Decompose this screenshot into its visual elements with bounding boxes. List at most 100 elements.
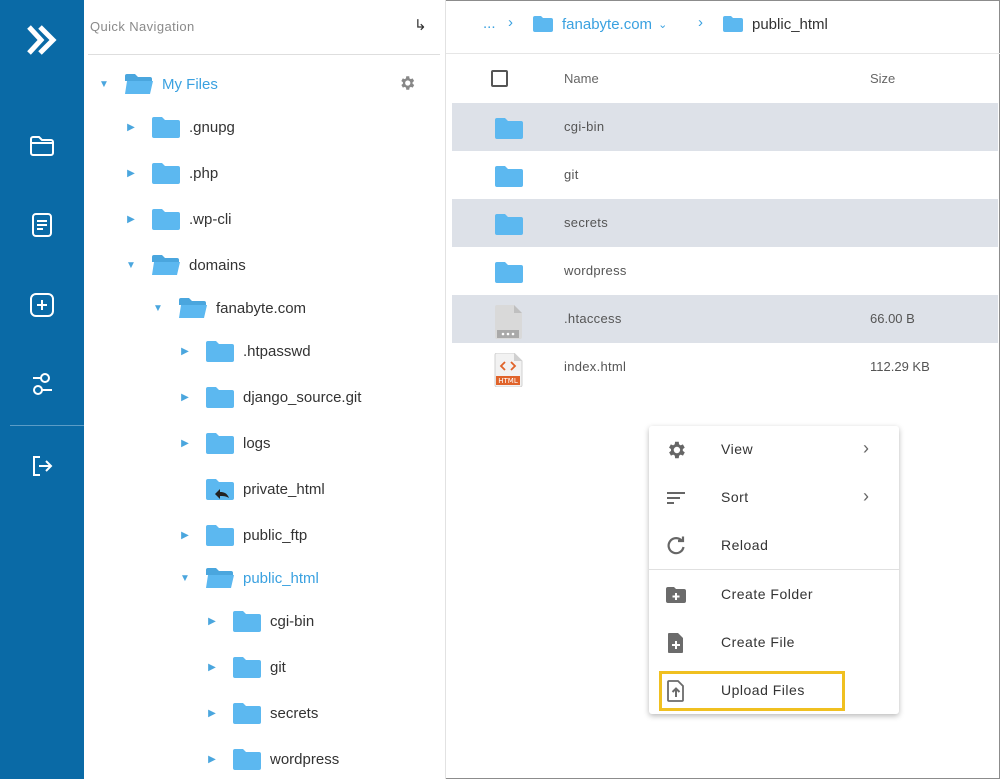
tree-node[interactable]: ▼ public_html	[177, 563, 319, 593]
caret-right-icon[interactable]: ▶	[204, 708, 220, 719]
caret-right-icon[interactable]: ▶	[123, 214, 139, 225]
menu-item-sort[interactable]: Sort ›	[649, 474, 899, 522]
tree-node[interactable]: ▶ .php	[123, 158, 218, 188]
caret-down-icon[interactable]: ▼	[123, 260, 139, 271]
folder-icon	[205, 523, 235, 547]
menu-item-create-file[interactable]: Create File	[649, 619, 899, 667]
caret-right-icon[interactable]: ▶	[177, 530, 193, 541]
tree-node[interactable]: ▼ fanabyte.com	[150, 293, 306, 323]
tree-node[interactable]: ▶ cgi-bin	[204, 606, 314, 636]
file-name: wordpress	[564, 263, 627, 278]
tree-node[interactable]: ▶ .wp-cli	[123, 204, 232, 234]
tree-node-label: .gnupg	[189, 118, 235, 136]
chevron-right-icon: ›	[863, 438, 869, 458]
tree-node[interactable]: ▶ wordpress	[204, 744, 339, 774]
caret-right-icon[interactable]: ▶	[177, 392, 193, 403]
tree-node-label: private_html	[243, 480, 325, 498]
folder-icon	[232, 747, 262, 771]
table-row[interactable]: secrets	[452, 199, 998, 247]
menu-item-label: Create File	[721, 634, 795, 650]
table-row[interactable]: cgi-bin	[452, 103, 998, 151]
tree-root-my-files[interactable]: ▼ My Files	[96, 69, 218, 99]
table-row[interactable]: wordpress	[452, 247, 998, 295]
folder-icon	[494, 113, 524, 143]
folder-icon	[494, 257, 524, 287]
gear-icon[interactable]	[398, 74, 416, 97]
menu-item-label: Reload	[721, 537, 769, 553]
logo-icon[interactable]	[22, 20, 62, 60]
tree-node[interactable]: ▶ django_source.git	[177, 382, 361, 412]
caret-down-icon[interactable]: ▼	[150, 303, 166, 314]
sort-icon	[665, 487, 687, 509]
caret-right-icon[interactable]: ▶	[177, 438, 193, 449]
tree-node-label: wordpress	[270, 750, 340, 768]
folder-icon	[232, 701, 262, 725]
file-name: cgi-bin	[564, 119, 605, 134]
menu-item-label: Create Folder	[721, 586, 814, 602]
file-icon	[494, 305, 524, 339]
caret-down-icon[interactable]: ▼	[96, 79, 112, 90]
menu-item-view[interactable]: View ›	[649, 426, 899, 474]
document-icon[interactable]	[22, 205, 62, 245]
folder-icon	[151, 253, 181, 277]
folder-icon	[178, 296, 208, 320]
select-all-checkbox[interactable]	[491, 70, 508, 87]
caret-right-icon[interactable]: ▶	[123, 122, 139, 133]
folder-icon[interactable]	[22, 126, 62, 166]
collapse-panel-icon[interactable]: ↳	[414, 16, 427, 34]
caret-down-icon[interactable]: ▼	[177, 573, 193, 584]
table-row[interactable]: HTML index.html 112.29 KB	[452, 343, 998, 391]
column-header-size[interactable]: Size	[870, 71, 895, 86]
file-name: git	[564, 167, 579, 182]
table-row[interactable]: git	[452, 151, 998, 199]
plus-square-icon[interactable]	[22, 285, 62, 325]
folder-icon	[723, 16, 743, 32]
tree-node[interactable]: ▶ secrets	[204, 698, 318, 728]
menu-item-reload[interactable]: Reload	[649, 522, 899, 570]
file-size: 112.29 KB	[870, 359, 930, 374]
caret-right-icon[interactable]: ▶	[204, 754, 220, 765]
tree-node[interactable]: ▶ .gnupg	[123, 112, 235, 142]
folder-icon	[533, 16, 553, 32]
icon-rail	[0, 0, 84, 779]
folder-plus-icon	[665, 584, 687, 606]
tree-node-label: cgi-bin	[270, 612, 315, 630]
tree-node[interactable]: ▶ public_ftp	[177, 520, 307, 550]
tree-node-label: public_html	[243, 569, 319, 587]
tree-node[interactable]: ▼ domains	[123, 250, 246, 280]
folder-icon	[232, 609, 262, 633]
caret-right-icon[interactable]: ▶	[204, 662, 220, 673]
tree-node-label: public_ftp	[243, 526, 308, 544]
folder-icon	[232, 655, 262, 679]
tree-node-label: .php	[189, 164, 219, 182]
html-file-icon: HTML	[494, 352, 524, 388]
logout-icon[interactable]	[22, 446, 62, 486]
folder-icon	[205, 339, 235, 363]
menu-divider	[649, 569, 899, 570]
folder-icon	[494, 209, 524, 239]
settings-sliders-icon[interactable]	[22, 364, 62, 404]
tree-node[interactable]: ▶ git	[204, 652, 286, 682]
table-row[interactable]: .htaccess 66.00 B	[452, 295, 998, 343]
tree-node[interactable]: ▶ .htpasswd	[177, 336, 311, 366]
folder-icon	[494, 161, 524, 191]
file-name: .htaccess	[564, 311, 622, 326]
menu-item-create-folder[interactable]: Create Folder	[649, 571, 899, 619]
caret-right-icon[interactable]: ▶	[177, 346, 193, 357]
tree-node[interactable]: ▶ logs	[177, 428, 271, 458]
tree-node[interactable]: private_html	[177, 474, 325, 504]
tree-node-label: logs	[243, 434, 271, 452]
caret-right-icon[interactable]: ▶	[204, 616, 220, 627]
breadcrumb-domain[interactable]: fanabyte.com ⌄	[532, 15, 667, 33]
tree-node-label: fanabyte.com	[216, 299, 307, 317]
breadcrumb-ellipsis[interactable]: ...	[483, 15, 496, 32]
file-plus-icon	[665, 632, 687, 654]
folder-icon	[151, 161, 181, 185]
column-header-name[interactable]: Name	[564, 71, 599, 86]
reload-icon	[665, 535, 687, 557]
breadcrumb-current[interactable]: public_html	[722, 15, 828, 33]
caret-right-icon[interactable]: ▶	[123, 168, 139, 179]
upload-files-highlight	[659, 671, 845, 711]
file-name: secrets	[564, 215, 609, 230]
tree-node-label: .htpasswd	[243, 342, 311, 360]
